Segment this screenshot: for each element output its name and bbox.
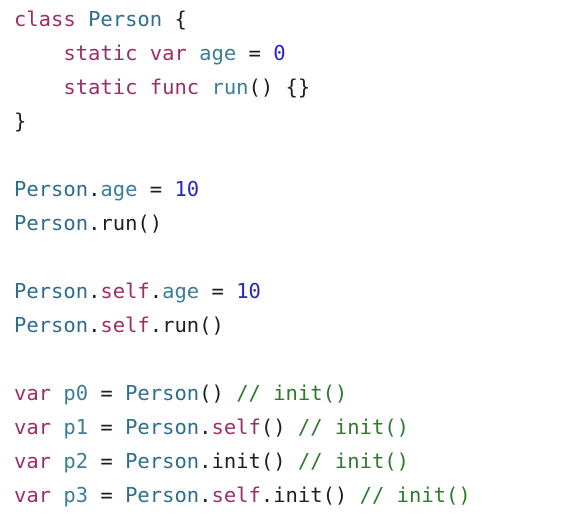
code-token: run [211,75,249,99]
code-token: } [14,109,27,133]
code-token: Person [88,7,163,31]
code-token: . [199,415,212,439]
code-line: Person.self.age = 10 [14,274,582,308]
code-token: () [260,415,298,439]
code-editor[interactable]: class Person { static var age = 0 static… [14,0,582,512]
code-token: var [14,449,52,473]
code-token: .run() [149,313,224,337]
code-token: = [88,415,126,439]
code-line: Person.self.run() [14,308,582,342]
code-line: Person.run() [14,206,582,240]
code-token: static [63,41,138,65]
code-token: self [100,279,150,303]
code-token: = [137,177,175,201]
code-line: class Person { [14,2,582,36]
code-token: 10 [174,177,200,201]
code-token: Person [125,483,200,507]
code-token: age [199,41,237,65]
code-line: static func run() {} [14,70,582,104]
code-token: func [149,75,200,99]
code-token: () {} [248,75,311,99]
code-token: // init() [297,449,409,473]
code-token: 10 [236,279,261,303]
code-token: p3 [63,483,89,507]
code-line: Person.age = 10 [14,172,582,206]
code-token: // init() [297,415,409,439]
code-token: .init() [260,483,360,507]
code-token: class [14,7,76,31]
code-token: p2 [63,449,89,473]
code-token: . [88,177,101,201]
code-token: Person [125,449,200,473]
code-token: () [199,381,237,405]
code-token: self [211,415,261,439]
code-line: var p1 = Person.self() // init() [14,410,582,444]
code-token: = [236,41,274,65]
code-token: = [88,483,126,507]
code-token: var [14,483,52,507]
code-token: . [88,313,101,337]
code-token: self [211,483,261,507]
code-token: Person [14,177,89,201]
code-token: age [100,177,138,201]
code-token: static [63,75,138,99]
code-token: = [199,279,237,303]
code-token: p0 [63,381,89,405]
code-token: var [14,415,52,439]
code-token: Person [125,381,200,405]
code-token: . [88,279,101,303]
code-token: = [88,449,126,473]
code-token: var [14,381,52,405]
code-token: { [162,7,187,31]
code-token: Person [14,211,89,235]
code-token: .run() [88,211,163,235]
code-token: Person [125,415,200,439]
code-token: // init() [236,381,348,405]
code-token: 0 [273,41,286,65]
code-token: Person [14,313,89,337]
code-token: var [149,41,187,65]
code-token: // init() [359,483,471,507]
code-token: .init() [199,449,298,473]
code-line: var p3 = Person.self.init() // init() [14,478,582,512]
code-token: Person [14,279,89,303]
code-line: var p0 = Person() // init() [14,376,582,410]
code-token: age [162,279,200,303]
code-token: . [149,279,163,303]
code-token: self [100,313,150,337]
code-token: = [88,381,126,405]
code-line: } [14,104,582,138]
code-line: static var age = 0 [14,36,582,70]
code-token: p1 [63,415,89,439]
code-token: . [199,483,212,507]
code-line: var p2 = Person.init() // init() [14,444,582,478]
